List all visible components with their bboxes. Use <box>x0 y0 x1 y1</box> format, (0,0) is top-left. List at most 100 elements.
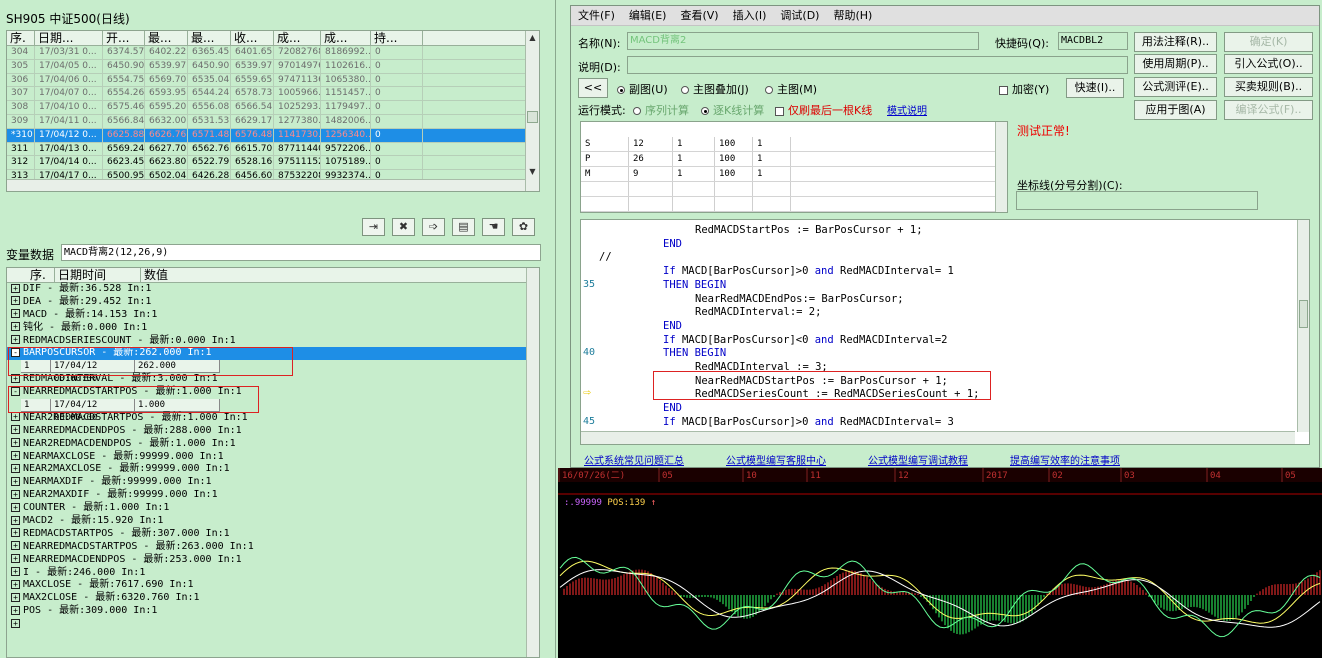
parameter-cell[interactable]: 12 <box>629 137 673 151</box>
variable-item[interactable]: + POS - 最新:309.000 In:1 <box>7 605 539 618</box>
variable-item[interactable]: + NEAR2MAXCLOSE - 最新:99999.000 In:1 <box>7 463 539 476</box>
variable-item[interactable]: + NEARMAXCLOSE - 最新:99999.000 In:1 <box>7 451 539 464</box>
variable-item[interactable]: + DEA - 最新:29.452 In:1 <box>7 296 539 309</box>
code-line[interactable]: If MACD[BarPosCursor]<0 and RedMACDInter… <box>663 334 948 348</box>
expand-icon[interactable]: + <box>11 541 20 551</box>
expand-icon[interactable]: + <box>11 283 20 293</box>
expand-icon[interactable]: + <box>11 502 20 512</box>
variable-tree-scrollbar[interactable] <box>526 268 539 657</box>
variable-item[interactable]: + MAX2CLOSE - 最新:6320.760 In:1 <box>7 592 539 605</box>
axis-lines-input[interactable] <box>1016 191 1258 210</box>
expand-icon[interactable]: + <box>11 528 20 538</box>
variable-item[interactable]: + NEARREDMACDENDPOS - 最新:253.000 In:1 <box>7 554 539 567</box>
variable-item[interactable]: + NEAR2REDMACDENDPOS - 最新:1.000 In:1 <box>7 438 539 451</box>
expand-icon[interactable]: + <box>11 618 20 628</box>
bar-col-header[interactable]: 成... <box>274 31 321 45</box>
radio-subchart[interactable]: 副图(U) <box>617 81 668 97</box>
shortcut-input[interactable]: MACDBL2 <box>1058 32 1128 50</box>
menu-item[interactable]: 帮助(H) <box>833 6 872 25</box>
bar-table-row[interactable]: 306 17/04/06 0... 6554.75 6569.70 6535.04 655… <box>7 73 539 88</box>
parameter-table[interactable]: S 12 1 100 1 P 26 1 100 1 M 9 1 100 1 <box>580 121 1008 213</box>
variable-item[interactable]: + NEARREDMACDSTARTPOS - 最新:263.000 In:1 <box>7 541 539 554</box>
quick-button[interactable]: 快速(I).. <box>1066 78 1124 98</box>
name-input[interactable]: MACD背离2 <box>627 32 979 50</box>
menu-item[interactable]: 调试(D) <box>780 6 819 25</box>
bar-col-header[interactable]: 持... <box>371 31 423 45</box>
scroll-up-icon[interactable]: ▲ <box>526 31 539 45</box>
expand-icon[interactable]: + <box>11 451 20 461</box>
bar-col-header[interactable]: 最... <box>145 31 188 45</box>
parameter-cell[interactable]: 1 <box>753 167 791 181</box>
confirm-button[interactable]: 确定(K) <box>1224 32 1313 52</box>
bar-col-header[interactable]: 成... <box>321 31 371 45</box>
bar-table-row[interactable]: *310 17/04/12 0... 6625.88 6626.76 6571.48 65… <box>7 128 539 143</box>
expand-icon[interactable]: + <box>11 554 20 564</box>
import-formula-button[interactable]: 引入公式(O).. <box>1224 54 1313 74</box>
parameter-cell[interactable]: 26 <box>629 152 673 166</box>
parameter-row[interactable]: M 9 1 100 1 <box>581 167 1007 182</box>
bar-col-header[interactable]: 日期... <box>35 31 103 45</box>
radio-main-chart[interactable]: 主图(M) <box>765 81 817 97</box>
menu-item[interactable]: 查看(V) <box>680 6 718 25</box>
code-line[interactable]: If MACD[BarPosCursor]>0 and RedMACDInter… <box>663 265 954 279</box>
mode-help-link[interactable]: 模式说明 <box>887 102 927 117</box>
code-line[interactable]: RedMACDInterval:= 2; <box>695 306 821 320</box>
expand-icon[interactable]: + <box>11 335 20 345</box>
parameter-row-empty[interactable] <box>581 197 1007 212</box>
variable-item[interactable]: + 钝化 - 最新:0.000 In:1 <box>7 322 539 335</box>
variable-tree[interactable]: 序. 日期时间 数值 + DIF - 最新:36.528 In:1 + DEA - 最… <box>6 267 540 658</box>
mode-series[interactable]: 序列计算 <box>633 102 689 118</box>
menu-item[interactable]: 插入(I) <box>733 6 767 25</box>
menu-item[interactable]: 编辑(E) <box>629 6 667 25</box>
variable-item[interactable]: + I - 最新:246.000 In:1 <box>7 567 539 580</box>
parameter-cell[interactable]: 1 <box>753 152 791 166</box>
parameter-cell[interactable]: 1 <box>673 167 715 181</box>
expand-icon[interactable]: + <box>11 592 20 602</box>
trade-rules-button[interactable]: 买卖规则(B).. <box>1224 77 1313 97</box>
radio-main-overlay[interactable]: 主图叠加(J) <box>681 81 749 97</box>
mode-last-bar[interactable]: 仅刷最后一根K线 <box>775 102 872 118</box>
hand-button[interactable]: ☚ <box>482 218 505 236</box>
variable-item[interactable]: + NEAR2MAXDIF - 最新:99999.000 In:1 <box>7 489 539 502</box>
bar-table-row[interactable]: 307 17/04/07 0... 6554.26 6593.95 6544.24 657… <box>7 87 539 102</box>
use-period-button[interactable]: 使用周期(P).. <box>1134 54 1217 74</box>
code-line[interactable]: THEN BEGIN <box>663 279 726 293</box>
parameter-cell[interactable]: 9 <box>629 167 673 181</box>
description-input[interactable] <box>627 56 1128 74</box>
parameter-row[interactable]: P 26 1 100 1 <box>581 152 1007 167</box>
variable-item[interactable]: + COUNTER - 最新:1.000 In:1 <box>7 502 539 515</box>
code-line[interactable]: END <box>663 402 682 416</box>
expand-icon[interactable]: + <box>11 463 20 473</box>
help-link[interactable]: 公式系统常见问题汇总 <box>584 452 684 467</box>
code-vscrollbar[interactable] <box>1297 220 1309 432</box>
expand-icon[interactable]: + <box>11 579 20 589</box>
bar-table-row[interactable]: 312 17/04/14 0... 6623.45 6623.80 6522.79 652… <box>7 156 539 171</box>
code-line[interactable]: END <box>663 238 682 252</box>
expand-icon[interactable]: + <box>11 296 20 306</box>
scroll-thumb[interactable] <box>527 111 538 123</box>
bar-table-row[interactable]: 305 17/04/05 0... 6450.90 6539.97 6450.90 653… <box>7 59 539 74</box>
variable-item[interactable]: + DIF - 最新:36.528 In:1 <box>7 283 539 296</box>
variable-item[interactable]: + MACD2 - 最新:15.920 In:1 <box>7 515 539 528</box>
help-link[interactable]: 提高编写效率的注意事项 <box>1010 452 1120 467</box>
bar-data-table[interactable]: 序. 日期... 开... 最... 最... 收... 成... 成... 持... 304 1… <box>6 30 540 192</box>
expand-icon[interactable]: + <box>11 476 20 486</box>
bar-table-hscrollbar[interactable] <box>7 179 525 191</box>
variable-item[interactable]: + NEAR2REDMACDSTARTPOS - 最新:1.000 In:1 <box>7 412 539 425</box>
bar-table-row[interactable]: 309 17/04/11 0... 6566.84 6632.00 6531.53 662… <box>7 114 539 129</box>
expand-icon[interactable]: + <box>11 438 20 448</box>
parameter-cell[interactable]: 100 <box>715 167 753 181</box>
variable-formula-field[interactable]: MACD背离2(12,26,9) <box>61 244 541 261</box>
code-line[interactable]: NearRedMACDEndPos:= BarPosCursor; <box>695 293 904 307</box>
expand-icon[interactable]: + <box>11 567 20 577</box>
code-editor[interactable]: RedMACDStartPos := BarPosCursor + 1; END /… <box>580 219 1310 445</box>
variable-item[interactable]: + <box>7 618 539 631</box>
mode-per-bar[interactable]: 逐K线计算 <box>701 102 764 118</box>
parameter-cell[interactable]: S <box>581 137 629 151</box>
collapse-button[interactable]: << <box>578 78 608 98</box>
expand-icon[interactable]: + <box>11 322 20 332</box>
apply-to-chart-button[interactable]: 应用于图(A) <box>1134 100 1217 120</box>
chart-button[interactable]: ▤ <box>452 218 475 236</box>
code-line[interactable]: RedMACDStartPos := BarPosCursor + 1; <box>695 224 923 238</box>
bar-table-row[interactable]: 308 17/04/10 0... 6575.46 6595.20 6556.08 656… <box>7 101 539 115</box>
